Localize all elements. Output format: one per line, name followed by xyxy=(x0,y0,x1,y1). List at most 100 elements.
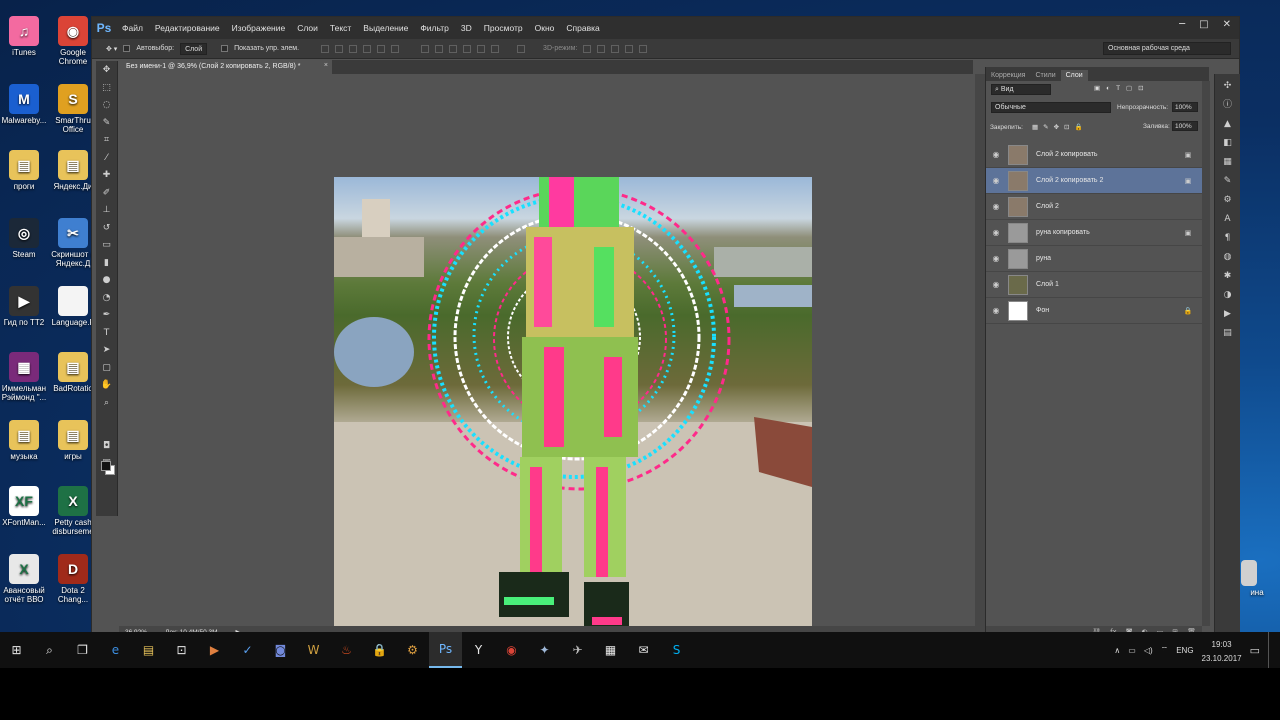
move-tool-icon[interactable]: ✥ ▾ xyxy=(106,45,117,53)
blur-tool-icon[interactable]: ● xyxy=(100,275,114,286)
vpn-icon[interactable]: ✓ xyxy=(231,632,264,668)
3d-roll-icon[interactable] xyxy=(597,44,606,53)
desktop-icon[interactable]: ▤ Яндекс.Ди xyxy=(49,150,97,191)
lasso-tool-icon[interactable]: ◌ xyxy=(100,100,114,111)
desktop-icon[interactable]: ◎ Steam xyxy=(0,218,48,259)
layer-name[interactable]: руна копировать xyxy=(1036,229,1182,236)
desktop-icon[interactable]: ▶ Гид по TT2 xyxy=(0,286,48,327)
swatches-icon[interactable]: ▦ xyxy=(1222,156,1234,168)
desktop-icon[interactable]: Language.F xyxy=(49,286,97,327)
wifi-icon[interactable]: ⌔ xyxy=(1161,645,1169,655)
distribute-hcenter-icon[interactable] xyxy=(477,44,486,53)
healing-tool-icon[interactable]: ✚ xyxy=(100,170,114,181)
menu-file[interactable]: Файл xyxy=(116,23,149,33)
stamp-tool-icon[interactable]: ⊥ xyxy=(100,205,114,216)
tool-presets-icon[interactable]: ⚙ xyxy=(1222,194,1234,206)
brushes-icon[interactable]: ✎ xyxy=(1222,175,1234,187)
menu-edit[interactable]: Редактирование xyxy=(149,23,226,33)
desktop-icon[interactable]: ♫ iTunes xyxy=(0,16,48,57)
media-player-icon[interactable]: ▶ xyxy=(198,632,231,668)
distribute-right-icon[interactable] xyxy=(491,44,500,53)
mail-icon[interactable]: ✉ xyxy=(627,632,660,668)
close-tab-icon[interactable]: × xyxy=(324,62,328,69)
align-left-icon[interactable] xyxy=(363,44,372,53)
visibility-eye-icon[interactable]: ◉ xyxy=(986,254,1006,263)
layer-name[interactable]: Слой 2 xyxy=(1036,203,1182,210)
rectangle-tool-icon[interactable]: ▢ xyxy=(100,363,114,374)
align-hcenter-icon[interactable] xyxy=(377,44,386,53)
layer-filter-icons[interactable]: ▣◐T▢⊡ xyxy=(1094,84,1150,92)
lock-app-icon[interactable]: 🔒 xyxy=(363,632,396,668)
marquee-tool-icon[interactable]: ⬚ xyxy=(100,83,114,94)
maximize-button[interactable]: □ xyxy=(1199,19,1208,30)
blend-mode-dropdown[interactable]: Обычные xyxy=(991,102,1111,113)
navigator-icon[interactable]: ✣ xyxy=(1222,80,1234,92)
3d-slide-icon[interactable] xyxy=(625,44,634,53)
visibility-eye-icon[interactable]: ◉ xyxy=(986,306,1006,315)
file-explorer-icon[interactable]: ▤ xyxy=(132,632,165,668)
zoom-tool-icon[interactable]: ⌕ xyxy=(100,398,114,409)
calculator-icon[interactable]: ▦ xyxy=(594,632,627,668)
visibility-eye-icon[interactable]: ◉ xyxy=(986,176,1006,185)
discord-icon[interactable]: ◙ xyxy=(264,632,297,668)
desktop-icon[interactable]: X Авансовый отчёт ВВО xyxy=(0,554,48,604)
edge-icon[interactable]: e xyxy=(99,632,132,668)
3d-scale-icon[interactable] xyxy=(639,44,648,53)
3d-rotate-icon[interactable] xyxy=(583,44,592,53)
network-app-icon[interactable]: ✦ xyxy=(528,632,561,668)
autoselect-dropdown[interactable]: Слой xyxy=(180,42,208,55)
store-icon[interactable]: ⊡ xyxy=(165,632,198,668)
menu-type[interactable]: Текст xyxy=(324,23,357,33)
desktop-icon[interactable]: ▤ BadRotatio xyxy=(49,352,97,393)
desktop-icon[interactable]: ▤ музыка xyxy=(0,420,48,461)
color-icon[interactable]: ◧ xyxy=(1222,137,1234,149)
layer-thumbnail[interactable] xyxy=(1008,144,1028,165)
document-canvas[interactable] xyxy=(334,177,812,639)
distribute-vcenter-icon[interactable] xyxy=(435,44,444,53)
layer-name[interactable]: Слой 2 копировать xyxy=(1036,151,1182,158)
clock[interactable]: 19:03 23.10.2017 xyxy=(1202,636,1242,664)
search-icon[interactable]: ⌕ xyxy=(33,632,66,668)
layer-thumbnail[interactable] xyxy=(1008,170,1028,191)
path-select-tool-icon[interactable]: ➤ xyxy=(100,345,114,356)
clone-source-icon[interactable]: ▤ xyxy=(1222,327,1234,339)
layer-thumbnail[interactable] xyxy=(1008,196,1028,217)
tab-adjustments[interactable]: Коррекция xyxy=(986,70,1030,81)
menu-layers[interactable]: Слои xyxy=(291,23,324,33)
desktop-icon[interactable]: ▤ проги xyxy=(0,150,48,191)
start-button[interactable]: ⊞ xyxy=(0,632,33,668)
distribute-left-icon[interactable] xyxy=(463,44,472,53)
menu-filter[interactable]: Фильтр xyxy=(414,23,455,33)
tray-chevron-icon[interactable]: ∧ xyxy=(1114,646,1120,655)
photoshop-taskbar-icon[interactable]: Ps xyxy=(429,632,462,668)
menu-3d[interactable]: 3D xyxy=(455,23,478,33)
volume-icon[interactable]: ◁) xyxy=(1144,646,1153,655)
minimize-button[interactable]: ─ xyxy=(1179,19,1185,30)
canvas-area[interactable] xyxy=(119,74,976,639)
flame-app-icon[interactable]: ♨ xyxy=(330,632,363,668)
desktop-icon[interactable]: X Petty cash disburseme xyxy=(49,486,97,536)
layer-row[interactable]: ◉ Слой 2 xyxy=(986,194,1202,220)
dodge-tool-icon[interactable]: ◔ xyxy=(100,293,114,304)
pen-tool-icon[interactable]: ✒ xyxy=(100,310,114,321)
type-tool-icon[interactable]: T xyxy=(100,328,114,339)
properties-icon[interactable]: ✱ xyxy=(1222,270,1234,282)
foreground-color-swatch[interactable] xyxy=(101,461,111,471)
desktop-icon[interactable]: ◉ Google Chrome xyxy=(49,16,97,66)
chrome-taskbar-icon[interactable]: ◉ xyxy=(495,632,528,668)
channels-icon[interactable]: ◑ xyxy=(1222,289,1234,301)
layer-row[interactable]: ◉ Слой 2 копировать 2 ▣ xyxy=(986,168,1202,194)
layer-row[interactable]: ◉ Фон 🔒 xyxy=(986,298,1202,324)
layer-thumbnail[interactable] xyxy=(1008,274,1028,295)
hand-tool-icon[interactable]: ✋ xyxy=(100,380,114,391)
settings-app-icon[interactable]: ⚙ xyxy=(396,632,429,668)
info-icon[interactable]: ⓘ xyxy=(1222,99,1234,111)
align-top-icon[interactable] xyxy=(321,44,330,53)
auto-align-icon[interactable] xyxy=(517,44,526,53)
move-tool-icon[interactable]: ✥ xyxy=(100,65,114,76)
task-view-icon[interactable]: ❐ xyxy=(66,632,99,668)
crop-tool-icon[interactable]: ⌗ xyxy=(100,135,114,146)
distribute-bottom-icon[interactable] xyxy=(449,44,458,53)
layer-name[interactable]: Слой 1 xyxy=(1036,281,1182,288)
canvas-scrollbar[interactable] xyxy=(975,74,985,626)
